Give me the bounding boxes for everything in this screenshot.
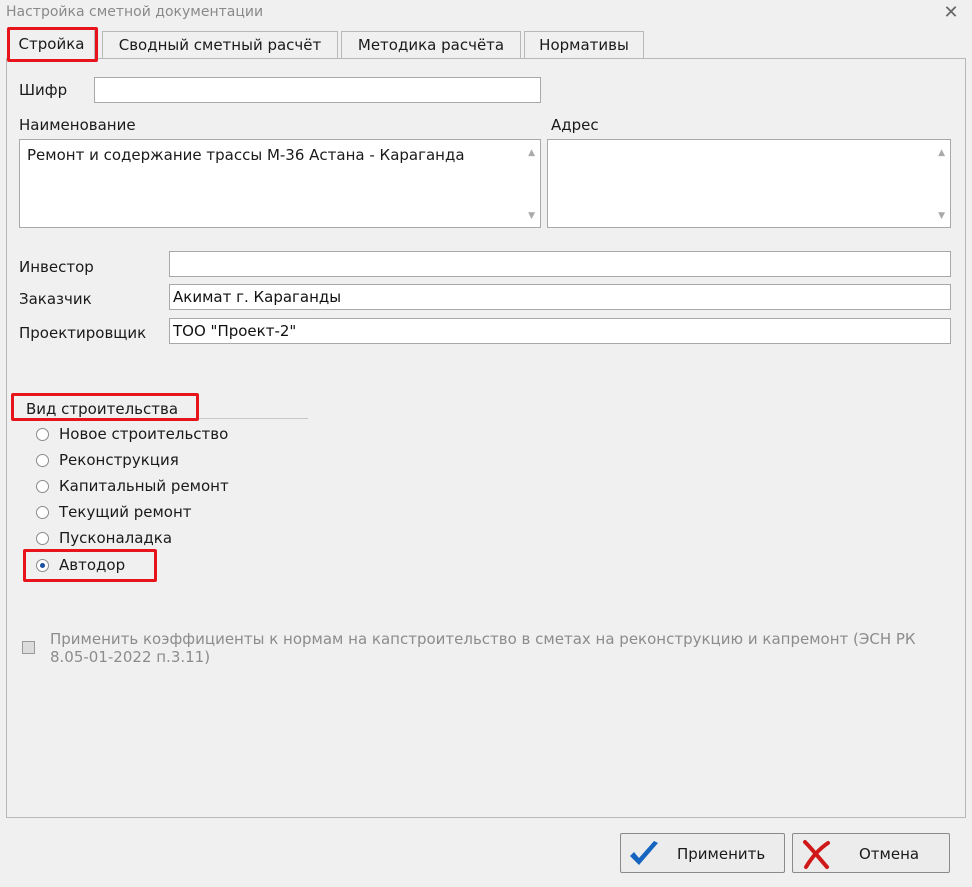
cancel-button-label: Отмена — [859, 845, 920, 863]
customer-label: Заказчик — [19, 290, 92, 308]
radio-label: Реконструкция — [59, 451, 179, 469]
name-value: Ремонт и содержание трассы М-36 Астана -… — [27, 146, 465, 164]
cipher-label: Шифр — [19, 81, 68, 99]
scroll-up-arrow-icon[interactable]: ▲ — [528, 148, 535, 158]
address-textarea[interactable]: ▲ ▼ — [547, 139, 951, 228]
customer-input[interactable] — [169, 284, 951, 310]
radio-button[interactable] — [36, 506, 49, 519]
group-divider — [14, 418, 308, 419]
cancel-button[interactable]: Отмена — [792, 833, 950, 873]
tab-label: Стройка — [18, 35, 85, 53]
radio-button[interactable] — [36, 480, 49, 493]
name-textarea[interactable]: Ремонт и содержание трассы М-36 Астана -… — [19, 139, 541, 228]
address-label: Адрес — [551, 116, 599, 134]
name-label: Наименование — [19, 116, 136, 134]
cipher-input[interactable] — [94, 77, 541, 103]
tab-label: Нормативы — [539, 36, 629, 54]
investor-label: Инвестор — [19, 258, 94, 276]
window-title: Настройка сметной документации — [6, 4, 264, 20]
radio-button[interactable] — [36, 532, 49, 545]
tab-calculation-method[interactable]: Методика расчёта — [341, 31, 521, 58]
radio-label: Автодор — [59, 556, 126, 574]
radio-button[interactable] — [36, 454, 49, 467]
checkmark-icon — [627, 838, 661, 874]
cross-icon — [799, 838, 833, 874]
designer-label: Проектировщик — [19, 324, 147, 342]
investor-input[interactable] — [169, 251, 951, 277]
title-bar: Настройка сметной документации ✕ — [0, 0, 972, 26]
coefficients-checkbox[interactable] — [22, 641, 35, 654]
radio-button[interactable] — [36, 428, 49, 441]
coefficients-checkbox-label: Применить коэффициенты к нормам на капст… — [50, 630, 916, 666]
radio-button-selected[interactable] — [36, 559, 49, 572]
tab-normatives[interactable]: Нормативы — [524, 31, 644, 58]
scroll-down-arrow-icon[interactable]: ▼ — [528, 211, 535, 221]
scroll-down-arrow-icon[interactable]: ▼ — [938, 211, 945, 221]
tab-summary-estimate[interactable]: Сводный сметный расчёт — [102, 31, 338, 58]
designer-input[interactable] — [169, 318, 951, 344]
tab-label: Методика расчёта — [357, 36, 505, 54]
tab-label: Сводный сметный расчёт — [118, 36, 322, 54]
radio-label: Текущий ремонт — [59, 503, 192, 521]
radio-label: Новое строительство — [59, 425, 229, 443]
tab-stroyka[interactable]: Стройка — [8, 28, 95, 59]
construction-type-title: Вид строительства — [26, 400, 179, 418]
apply-button[interactable]: Применить — [620, 833, 785, 873]
close-icon[interactable]: ✕ — [938, 0, 964, 26]
scroll-up-arrow-icon[interactable]: ▲ — [938, 148, 945, 158]
radio-label: Капитальный ремонт — [59, 477, 229, 495]
radio-label: Пусконаладка — [59, 529, 173, 547]
apply-button-label: Применить — [677, 845, 766, 863]
